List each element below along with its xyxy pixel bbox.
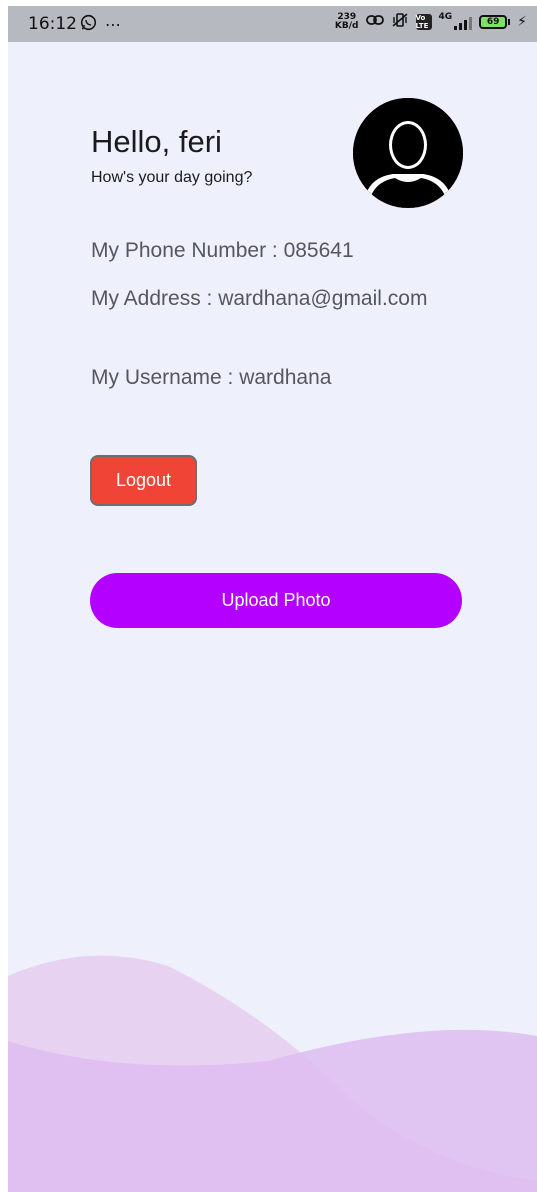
whatsapp-icon bbox=[80, 14, 97, 35]
status-right-icons: 239 KB/d Vo LTE 4G 69 ⚡ bbox=[335, 12, 527, 31]
signal-bar bbox=[454, 26, 458, 30]
app-screen: 16:12 ⋯ 239 KB/d Vo LTE 4G 69 ⚡ Hello, f… bbox=[8, 6, 537, 1192]
volte-icon: Vo LTE bbox=[415, 13, 432, 30]
status-left-icons: ⋯ bbox=[80, 14, 121, 35]
greeting-subtitle: How's your day going? bbox=[91, 169, 253, 186]
battery-tip bbox=[508, 18, 511, 25]
avatar[interactable] bbox=[353, 98, 463, 208]
battery-level: 69 bbox=[486, 16, 500, 27]
signal-bar bbox=[464, 20, 468, 30]
username-text: My Username : wardhana bbox=[91, 366, 332, 389]
upload-photo-button[interactable]: Upload Photo bbox=[90, 573, 462, 628]
battery-icon: 69 bbox=[479, 14, 508, 29]
signal-bar bbox=[459, 23, 463, 30]
vibrate-off-icon bbox=[391, 12, 409, 31]
signal-icon: 4G bbox=[439, 13, 473, 30]
speed-unit: KB/d bbox=[334, 20, 359, 31]
status-bar: 16:12 ⋯ 239 KB/d Vo LTE 4G 69 ⚡ bbox=[8, 6, 537, 42]
link-icon bbox=[365, 13, 384, 30]
phone-number-text: My Phone Number : 085641 bbox=[91, 239, 354, 262]
decorative-waves bbox=[8, 955, 537, 1192]
signal-bar bbox=[469, 17, 473, 30]
more-notifications-icon: ⋯ bbox=[105, 15, 121, 34]
logout-button[interactable]: Logout bbox=[90, 455, 197, 506]
user-silhouette-icon bbox=[353, 98, 463, 208]
network-type: 4G bbox=[438, 12, 453, 22]
address-text: My Address : wardhana@gmail.com bbox=[91, 287, 428, 310]
status-time: 16:12 bbox=[28, 14, 77, 34]
greeting-title: Hello, feri bbox=[91, 124, 222, 159]
network-speed: 239 KB/d bbox=[334, 12, 359, 31]
charging-icon: ⚡ bbox=[517, 13, 527, 30]
